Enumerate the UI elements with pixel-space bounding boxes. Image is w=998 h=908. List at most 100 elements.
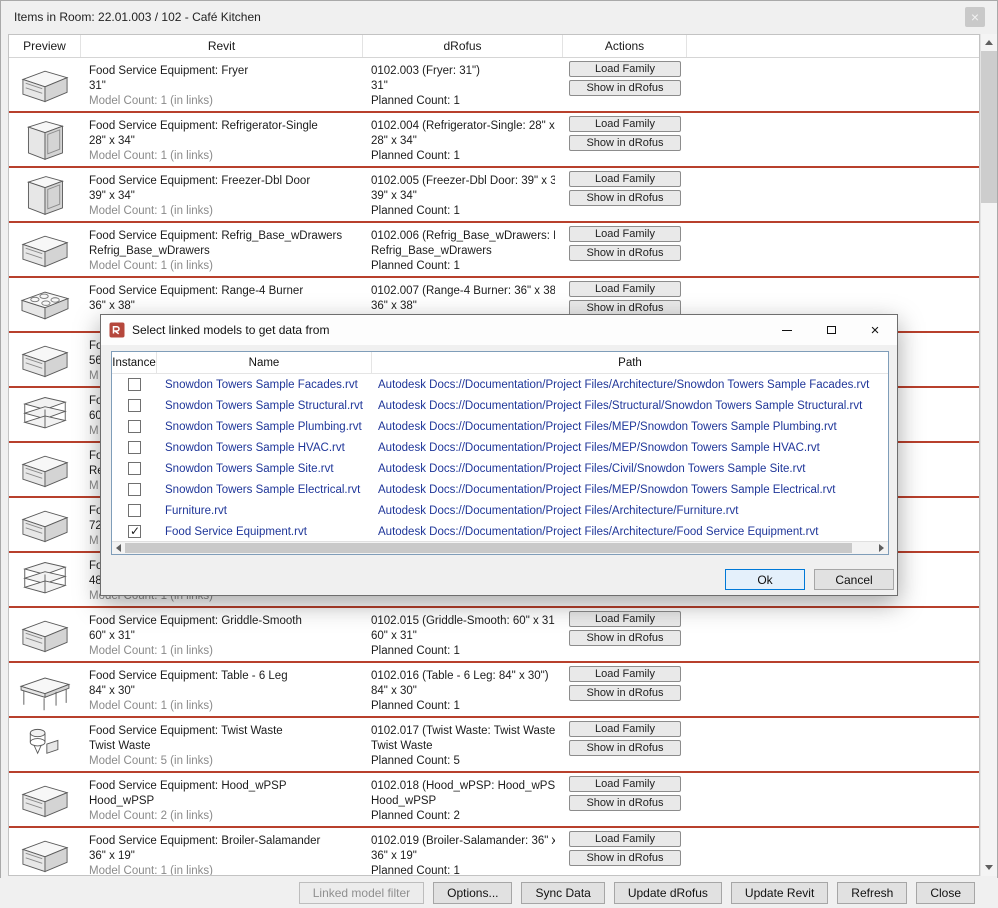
window-close-button[interactable]: × [965,7,985,27]
preview-image [15,722,75,768]
drofus-planned-count: Planned Count: 2 [371,809,555,824]
horizontal-scrollbar-thumb[interactable] [125,543,852,553]
show-in-drofus-button[interactable]: Show in dRofus [569,245,681,261]
show-in-drofus-button[interactable]: Show in dRofus [569,135,681,151]
scroll-up-button[interactable] [981,34,997,51]
dialog-minimize-button[interactable] [765,315,809,345]
show-in-drofus-button[interactable]: Show in dRofus [569,850,681,866]
preview-cell [9,553,81,606]
horizontal-scrollbar[interactable] [112,541,888,554]
vertical-scrollbar-thumb[interactable] [981,51,997,203]
dialog-close-button[interactable]: × [853,315,897,345]
scroll-right-button[interactable] [875,542,888,554]
toolbar-button-options[interactable]: Options... [433,882,512,904]
drofus-item-id: 0102.007 (Range-4 Burner: 36" x 38' [371,284,555,299]
instance-checkbox[interactable] [128,525,141,538]
filler-cell [687,223,979,276]
preview-image [15,447,75,493]
linked-model-row[interactable]: Snowdon Towers Sample Facades.rvt Autode… [112,374,888,395]
drofus-type: 36" x 38" [371,299,555,314]
instance-checkbox[interactable] [128,420,141,433]
load-family-button[interactable]: Load Family [569,61,681,77]
linked-model-row[interactable]: Snowdon Towers Sample Electrical.rvt Aut… [112,479,888,500]
load-family-button[interactable]: Load Family [569,116,681,132]
scroll-down-button[interactable] [981,859,997,876]
load-family-button[interactable]: Load Family [569,721,681,737]
load-family-button[interactable]: Load Family [569,171,681,187]
toolbar-button-sync-data[interactable]: Sync Data [521,882,604,904]
drofus-planned-count: Planned Count: 1 [371,259,555,274]
linked-model-row[interactable]: Snowdon Towers Sample HVAC.rvt Autodesk … [112,437,888,458]
table-row[interactable]: Food Service Equipment: Griddle-Smooth 6… [9,608,979,663]
drofus-item-id: 0102.015 (Griddle-Smooth: 60" x 31 [371,614,555,629]
instance-checkbox[interactable] [128,378,141,391]
load-family-button[interactable]: Load Family [569,281,681,297]
linked-model-row[interactable]: Snowdon Towers Sample Structural.rvt Aut… [112,395,888,416]
revit-type-name: 39" x 34" [89,189,355,204]
preview-cell [9,718,81,771]
toolbar-button-refresh[interactable]: Refresh [837,882,907,904]
vertical-scrollbar[interactable] [980,34,997,876]
load-family-button[interactable]: Load Family [569,776,681,792]
revit-family-type: Food Service Equipment: Refrig_Base_wDra… [89,229,355,244]
revit-cell: Food Service Equipment: Griddle-Smooth 6… [81,608,363,661]
revit-family-type: Food Service Equipment: Range-4 Burner [89,284,355,299]
table-row[interactable]: Food Service Equipment: Refrig_Base_wDra… [9,223,979,278]
instance-checkbox[interactable] [128,399,141,412]
preview-cell [9,58,81,111]
scroll-left-button[interactable] [112,542,125,554]
revit-cell: Food Service Equipment: Refrigerator-Sin… [81,113,363,166]
cancel-button[interactable]: Cancel [814,569,894,590]
dialog-titlebar[interactable]: Select linked models to get data from × [101,315,897,345]
instance-checkbox[interactable] [128,441,141,454]
dialog-maximize-button[interactable] [809,315,853,345]
window-titlebar[interactable]: Items in Room: 22.01.003 / 102 - Café Ki… [1,1,997,32]
show-in-drofus-button[interactable]: Show in dRofus [569,685,681,701]
revit-model-count: Model Count: 5 (in links) [89,754,355,769]
show-in-drofus-button[interactable]: Show in dRofus [569,740,681,756]
instance-checkbox[interactable] [128,504,141,517]
linked-model-row[interactable]: Snowdon Towers Sample Plumbing.rvt Autod… [112,416,888,437]
drofus-cell: 0102.017 (Twist Waste: Twist Waste) Twis… [363,718,563,771]
table-row[interactable]: Food Service Equipment: Twist Waste Twis… [9,718,979,773]
ok-button[interactable]: Ok [725,569,805,590]
list-header: Instance Name Path [112,352,888,374]
show-in-drofus-button[interactable]: Show in dRofus [569,80,681,96]
load-family-button[interactable]: Load Family [569,226,681,242]
table-row[interactable]: Food Service Equipment: Refrigerator-Sin… [9,113,979,168]
toolbar-button-close[interactable]: Close [916,882,975,904]
table-row[interactable]: Food Service Equipment: Freezer-Dbl Door… [9,168,979,223]
instance-checkbox[interactable] [128,462,141,475]
preview-image [15,667,75,713]
table-row[interactable]: Food Service Equipment: Broiler-Salamand… [9,828,979,876]
drofus-item-id: 0102.005 (Freezer-Dbl Door: 39" x 3 [371,174,555,189]
table-row[interactable]: Food Service Equipment: Fryer 31" Model … [9,58,979,113]
show-in-drofus-button[interactable]: Show in dRofus [569,190,681,206]
linked-models-rows: Snowdon Towers Sample Facades.rvt Autode… [112,374,888,542]
toolbar-button-update-drofus[interactable]: Update dRofus [614,882,722,904]
table-row[interactable]: Food Service Equipment: Table - 6 Leg 84… [9,663,979,718]
drofus-planned-count: Planned Count: 1 [371,204,555,219]
toolbar-button-update-revit[interactable]: Update Revit [731,882,828,904]
linked-model-row[interactable]: Snowdon Towers Sample Site.rvt Autodesk … [112,458,888,479]
table-row[interactable]: Food Service Equipment: Hood_wPSP Hood_w… [9,773,979,828]
linked-model-row[interactable]: Food Service Equipment.rvt Autodesk Docs… [112,521,888,542]
instance-cell [112,420,157,433]
drofus-type: 36" x 19" [371,849,555,864]
drofus-planned-count: Planned Count: 1 [371,699,555,714]
linked-model-path: Autodesk Docs://Documentation/Project Fi… [372,442,888,454]
load-family-button[interactable]: Load Family [569,666,681,682]
linked-model-name: Snowdon Towers Sample Site.rvt [157,463,372,475]
show-in-drofus-button[interactable]: Show in dRofus [569,795,681,811]
load-family-button[interactable]: Load Family [569,831,681,847]
close-icon: × [971,10,979,24]
preview-image [15,337,75,383]
linked-model-row[interactable]: Furniture.rvt Autodesk Docs://Documentat… [112,500,888,521]
linked-model-path: Autodesk Docs://Documentation/Project Fi… [372,421,888,433]
instance-checkbox[interactable] [128,483,141,496]
preview-cell [9,498,81,551]
load-family-button[interactable]: Load Family [569,611,681,627]
preview-image [15,62,75,108]
show-in-drofus-button[interactable]: Show in dRofus [569,630,681,646]
revit-model-count: Model Count: 2 (in links) [89,809,355,824]
